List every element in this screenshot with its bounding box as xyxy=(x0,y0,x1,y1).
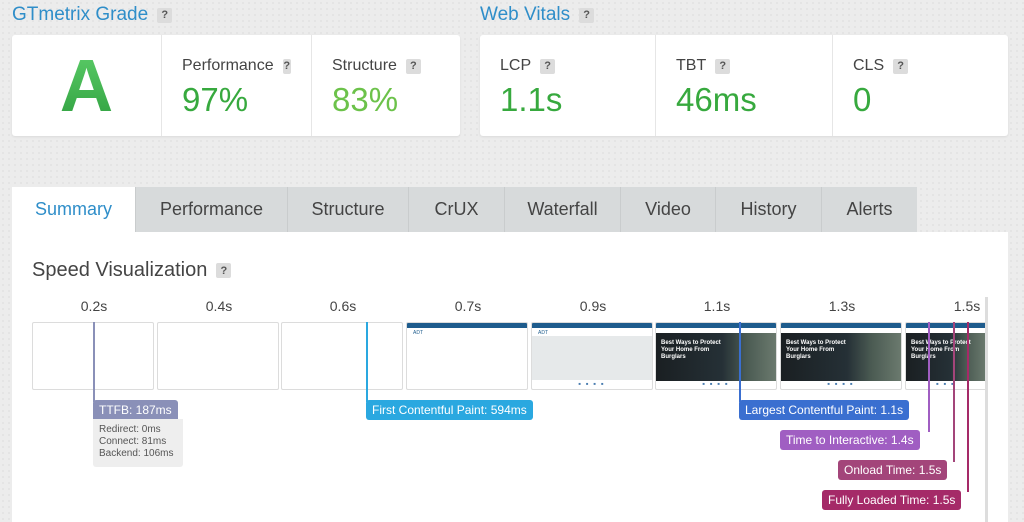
help-icon[interactable]: ? xyxy=(540,58,556,74)
structure-label-row: Structure ? xyxy=(332,57,440,75)
structure-value: 83% xyxy=(332,81,399,118)
lcp-value: 1.1s xyxy=(500,81,563,118)
web-vitals-title: Web Vitals xyxy=(480,4,571,25)
summary-panel: Speed Visualization ? 0.2s 0.4s 0.6s 0.7… xyxy=(12,232,1008,522)
lcp-metric: LCP ? 1.1s xyxy=(480,35,656,136)
tbt-metric: TBT ? 46ms xyxy=(656,35,833,136)
frame-site-header xyxy=(656,323,776,328)
time-label: 0.7s xyxy=(454,298,482,314)
gtmetrix-grade-title: GTmetrix Grade xyxy=(12,4,149,25)
frame-gray-content[interactable]: ADT ■ ■ ■ ■ xyxy=(531,322,653,390)
time-label: 0.6s xyxy=(329,298,357,314)
frame-site-header xyxy=(532,323,652,328)
cls-metric: CLS ? 0 xyxy=(833,35,1008,136)
tab-alerts[interactable]: Alerts xyxy=(822,187,917,232)
lcp-label-row: LCP ? xyxy=(500,57,635,75)
frame-icons: ■ ■ ■ ■ xyxy=(578,381,606,386)
grade-card: A Performance ? 97% Structure ? 83% xyxy=(12,35,460,136)
frame-icons: ■ ■ ■ xyxy=(936,381,956,386)
help-icon[interactable]: ? xyxy=(216,263,232,278)
frame-blank[interactable] xyxy=(281,322,403,390)
cls-label-row: CLS ? xyxy=(853,57,988,75)
frame-site-header xyxy=(781,323,901,328)
gtmetrix-grade-heading: GTmetrix Grade ? xyxy=(12,4,173,26)
speed-visualization-title: Speed Visualization xyxy=(32,259,208,281)
cls-label: CLS xyxy=(853,57,885,74)
help-icon[interactable]: ? xyxy=(579,7,595,23)
timeline-scrollbar[interactable] xyxy=(985,297,988,522)
frame-blank[interactable] xyxy=(157,322,279,390)
time-label: 0.4s xyxy=(205,298,233,314)
ttfb-breakdown: Redirect: 0ms Connect: 81ms Backend: 106… xyxy=(93,419,183,467)
tbt-label: TBT xyxy=(676,57,707,74)
frame-hero[interactable]: Best Ways to Protect Your Home From Burg… xyxy=(780,322,902,390)
frame-icons: ■ ■ ■ ■ xyxy=(827,381,855,386)
ttfb-connect: Connect: 81ms xyxy=(99,436,167,447)
performance-label-row: Performance ? xyxy=(182,57,291,75)
time-label: 0.9s xyxy=(579,298,607,314)
cls-value: 0 xyxy=(853,81,872,118)
performance-label: Performance xyxy=(182,57,274,74)
grade-cell: A xyxy=(12,35,162,136)
time-label: 1.1s xyxy=(703,298,731,314)
web-vitals-heading: Web Vitals ? xyxy=(480,4,595,26)
speed-visualization-heading: Speed Visualization ? xyxy=(32,259,232,282)
fully-loaded-marker: Fully Loaded Time: 1.5s xyxy=(822,490,962,510)
lcp-marker: Largest Contentful Paint: 1.1s xyxy=(739,400,910,420)
tab-video[interactable]: Video xyxy=(621,187,716,232)
tab-summary[interactable]: Summary xyxy=(12,187,136,232)
ttfb-marker: TTFB: 187ms xyxy=(93,400,178,420)
tbt-label-row: TBT ? xyxy=(676,57,812,75)
frame-site-header xyxy=(906,323,986,328)
tab-waterfall[interactable]: Waterfall xyxy=(505,187,621,232)
tab-structure[interactable]: Structure xyxy=(288,187,409,232)
tab-crux[interactable]: CrUX xyxy=(409,187,505,232)
web-vitals-card: LCP ? 1.1s TBT ? 46ms CLS ? 0 xyxy=(480,35,1008,136)
frame-placeholder xyxy=(532,336,652,380)
help-icon[interactable]: ? xyxy=(715,58,731,74)
frame-hero[interactable]: Best Ways to Protect Your Home From Burg… xyxy=(655,322,777,390)
help-icon[interactable]: ? xyxy=(405,58,421,74)
frame-headline: Best Ways to Protect Your Home From Burg… xyxy=(786,340,846,360)
structure-label: Structure xyxy=(332,57,397,74)
frame-hero[interactable]: Best Ways to Protect Your Home From Burg… xyxy=(905,322,987,390)
structure-metric: Structure ? 83% xyxy=(312,35,460,136)
help-icon[interactable]: ? xyxy=(282,58,291,74)
tbt-value: 46ms xyxy=(676,81,757,118)
frame-headline: Best Ways to Protect Your Home From Burg… xyxy=(661,340,721,360)
frame-icons: ■ ■ ■ ■ xyxy=(702,381,730,386)
onload-line xyxy=(953,322,955,462)
frame-site-logo: ADT xyxy=(413,330,423,336)
report-tabs: Summary Performance Structure CrUX Water… xyxy=(12,187,917,232)
ttfb-backend: Backend: 106ms xyxy=(99,448,174,459)
performance-value: 97% xyxy=(182,81,249,118)
help-icon[interactable]: ? xyxy=(893,58,909,74)
fcp-marker: First Contentful Paint: 594ms xyxy=(366,400,533,420)
ttfb-redirect: Redirect: 0ms xyxy=(99,424,161,435)
onload-marker: Onload Time: 1.5s xyxy=(838,460,948,480)
frame-site-header xyxy=(407,323,527,328)
time-label: 0.2s xyxy=(80,298,108,314)
grade-letter: A xyxy=(59,44,114,127)
tti-marker: Time to Interactive: 1.4s xyxy=(780,430,920,450)
fully-loaded-line xyxy=(967,322,969,492)
tti-line xyxy=(928,322,930,432)
frame-header-only[interactable]: ADT xyxy=(406,322,528,390)
help-icon[interactable]: ? xyxy=(157,7,173,23)
frame-headline: Best Ways to Protect Your Home From Burg… xyxy=(911,340,971,360)
tab-history[interactable]: History xyxy=(716,187,822,232)
fcp-line xyxy=(366,322,368,402)
time-label: 1.5s xyxy=(953,298,981,314)
ttfb-line xyxy=(93,322,95,402)
performance-metric: Performance ? 97% xyxy=(162,35,312,136)
tab-performance[interactable]: Performance xyxy=(136,187,288,232)
lcp-line xyxy=(739,322,741,402)
lcp-label: LCP xyxy=(500,57,532,74)
time-label: 1.3s xyxy=(828,298,856,314)
